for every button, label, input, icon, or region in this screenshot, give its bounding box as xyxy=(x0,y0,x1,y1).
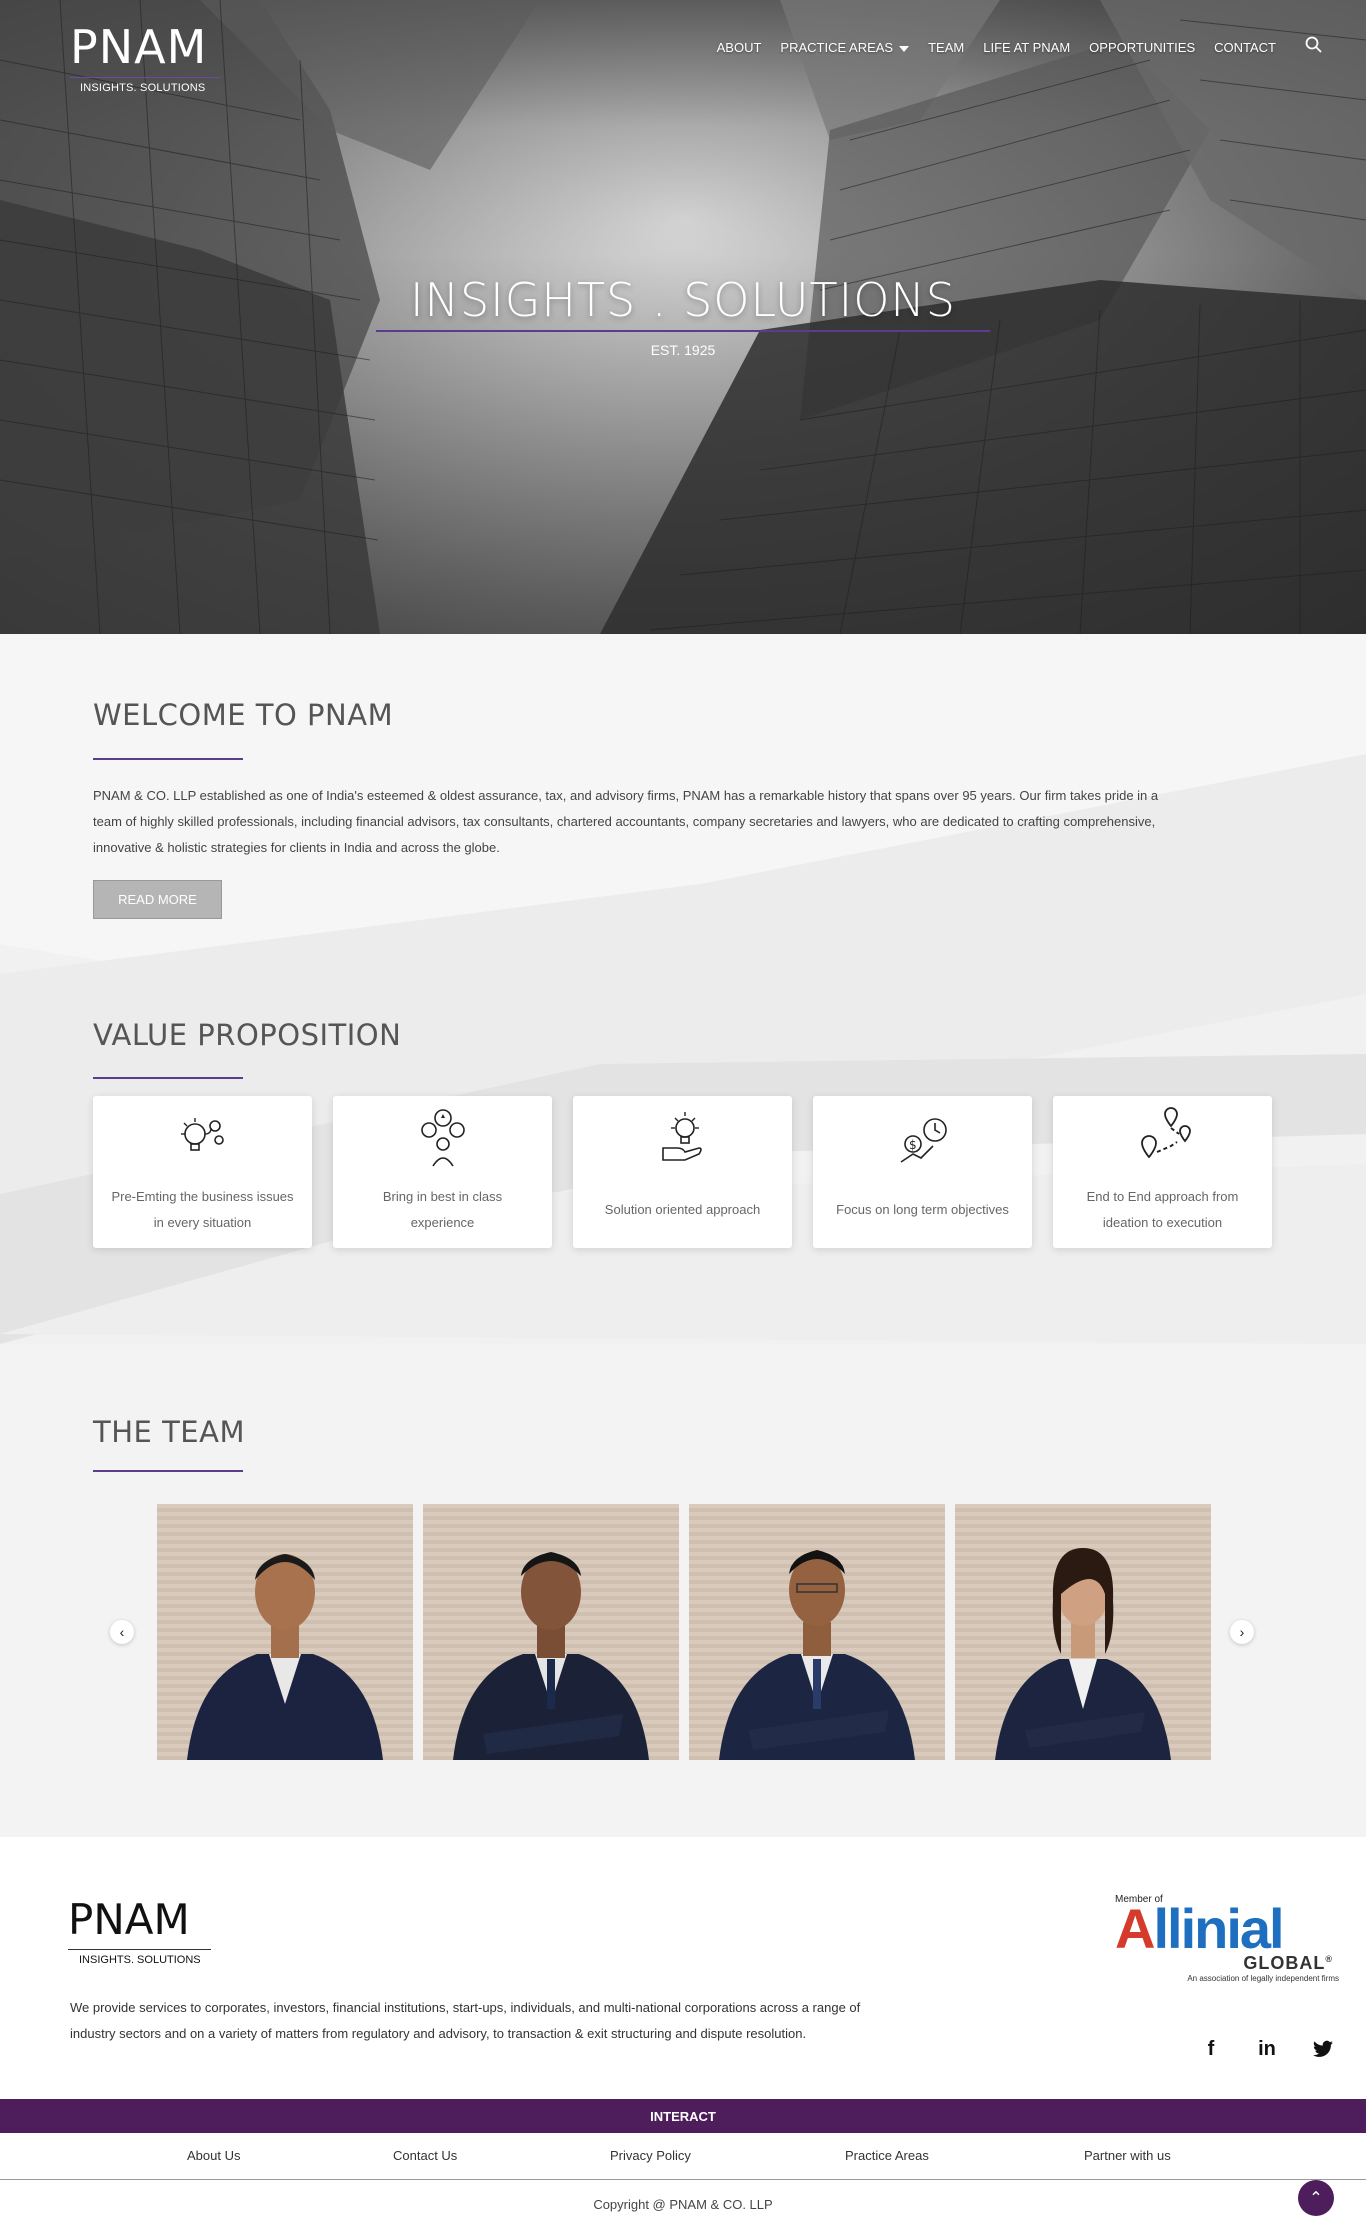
logo-wordmark: PNAM xyxy=(70,20,208,74)
nav-contact[interactable]: CONTACT xyxy=(1214,40,1276,55)
team-member-portrait xyxy=(453,1552,649,1760)
value-proposition-rule xyxy=(93,1077,243,1079)
hero-banner: PNAM INSIGHTS. SOLUTIONS ABOUT PRACTICE … xyxy=(0,0,1366,634)
read-more-button[interactable]: READ MORE xyxy=(93,880,222,919)
allinial-wordmark: Allinial xyxy=(1115,1901,1345,1957)
twitter-icon[interactable] xyxy=(1308,2034,1338,2064)
social-links: f in xyxy=(1196,2034,1338,2064)
hand-lightbulb-icon xyxy=(573,1104,792,1176)
page: PNAM INSIGHTS. SOLUTIONS ABOUT PRACTICE … xyxy=(0,0,1366,2231)
value-card-line2: experience xyxy=(410,1215,475,1230)
about-section: WELCOME TO PNAM PNAM & CO. LLP establish… xyxy=(0,634,1366,1344)
value-cards: Pre-Emting the business issues in every … xyxy=(93,1096,1272,1248)
team-member-portrait xyxy=(995,1548,1171,1760)
nav-about[interactable]: ABOUT xyxy=(717,40,762,55)
nav-practice-areas-label: PRACTICE AREAS xyxy=(780,40,894,55)
hero-divider xyxy=(376,330,990,332)
team-member-portrait xyxy=(187,1554,383,1760)
footer-logo[interactable]: PNAM INSIGHTS. SOLUTIONS xyxy=(68,1899,211,1966)
footer-link-contact-us[interactable]: Contact Us xyxy=(393,2148,457,2163)
carousel-next-button[interactable]: › xyxy=(1230,1620,1254,1644)
value-card: End to End approach from ideation to exe… xyxy=(1053,1096,1272,1248)
value-card-line1: Bring in best in class xyxy=(382,1189,503,1204)
allinial-association-note: An association of legally independent fi… xyxy=(1187,1974,1339,1983)
value-card-line1: Focus on long term objectives xyxy=(836,1202,1009,1217)
footer-logo-wordmark: PNAM xyxy=(68,1895,190,1944)
linkedin-icon[interactable]: in xyxy=(1252,2034,1282,2064)
nav-team[interactable]: TEAM xyxy=(928,40,964,55)
logo-rule xyxy=(70,77,220,78)
carousel-prev-button[interactable]: ‹ xyxy=(110,1620,134,1644)
allinial-global-logo[interactable]: Member of Allinial GLOBAL® An associatio… xyxy=(1115,1894,1345,1983)
footer-link-practice-areas[interactable]: Practice Areas xyxy=(845,2148,929,2163)
team-section: THE TEAM ‹ › xyxy=(0,1344,1366,1837)
team-member-photo[interactable] xyxy=(689,1504,945,1760)
welcome-title-rule xyxy=(93,758,243,760)
svg-text:$: $ xyxy=(909,1138,917,1152)
logo-tagline: INSIGHTS. SOLUTIONS xyxy=(80,82,206,94)
team-carousel xyxy=(157,1504,1211,1760)
footer-link-partner-with-us[interactable]: Partner with us xyxy=(1084,2148,1171,2163)
nav-opportunities[interactable]: OPPORTUNITIES xyxy=(1089,40,1195,55)
facebook-icon[interactable]: f xyxy=(1196,2034,1226,2064)
footer-logo-tagline: INSIGHTS. SOLUTIONS xyxy=(79,1954,201,1966)
footer: PNAM INSIGHTS. SOLUTIONS We provide serv… xyxy=(0,1837,1366,2231)
value-proposition-title: VALUE PROPOSITION xyxy=(93,1018,402,1052)
team-member-portrait xyxy=(719,1550,915,1760)
best-in-class-icon xyxy=(333,1104,552,1176)
value-card-line2: ideation to execution xyxy=(1102,1215,1223,1230)
team-member-photo[interactable] xyxy=(423,1504,679,1760)
copyright: Copyright @ PNAM & CO. LLP xyxy=(593,2197,773,2212)
team-title: THE TEAM xyxy=(93,1415,245,1449)
value-card: Bring in best in class experience xyxy=(333,1096,552,1248)
team-member-photo[interactable] xyxy=(955,1504,1211,1760)
value-card: $ Focus on long term objectives xyxy=(813,1096,1032,1248)
brand-logo[interactable]: PNAM INSIGHTS. SOLUTIONS xyxy=(70,24,220,94)
team-member-photo[interactable] xyxy=(157,1504,413,1760)
lightbulb-gears-icon xyxy=(93,1104,312,1176)
allinial-rest: llinial xyxy=(1153,1897,1284,1960)
value-card-line1: End to End approach from xyxy=(1086,1189,1239,1204)
footer-logo-rule xyxy=(68,1949,211,1950)
hero-title: INSIGHTS . SOLUTIONS xyxy=(409,273,957,327)
value-card: Solution oriented approach xyxy=(573,1096,792,1248)
main-nav: ABOUT PRACTICE AREAS TEAM LIFE AT PNAM O… xyxy=(717,40,1276,55)
nav-practice-areas[interactable]: PRACTICE AREAS xyxy=(780,40,910,55)
welcome-title: WELCOME TO PNAM xyxy=(93,698,394,732)
hero-subtitle: EST. 1925 xyxy=(650,342,716,358)
footer-link-about-us[interactable]: About Us xyxy=(187,2148,240,2163)
allinial-registered: ® xyxy=(1325,1954,1333,1964)
footer-links: About Us Contact Us Privacy Policy Pract… xyxy=(0,2133,1366,2180)
value-card: Pre-Emting the business issues in every … xyxy=(93,1096,312,1248)
value-card-line1: Solution oriented approach xyxy=(604,1202,761,1217)
value-card-line2: in every situation xyxy=(153,1215,252,1230)
search-icon[interactable] xyxy=(1304,35,1324,55)
route-map-icon xyxy=(1053,1104,1272,1176)
welcome-text: PNAM & CO. LLP established as one of Ind… xyxy=(93,788,1159,855)
footer-description: We provide services to corporates, inves… xyxy=(70,2000,861,2041)
allinial-a: A xyxy=(1115,1897,1155,1960)
footer-link-privacy-policy[interactable]: Privacy Policy xyxy=(610,2148,691,2163)
allinial-global-text: GLOBAL xyxy=(1243,1953,1326,1973)
chevron-down-icon xyxy=(899,45,910,52)
team-title-rule xyxy=(93,1470,243,1472)
nav-life-at-pnam[interactable]: LIFE AT PNAM xyxy=(983,40,1070,55)
money-clock-growth-icon: $ xyxy=(813,1104,1032,1176)
value-card-line1: Pre-Emting the business issues xyxy=(111,1189,294,1204)
interact-heading: INTERACT xyxy=(0,2099,1366,2133)
